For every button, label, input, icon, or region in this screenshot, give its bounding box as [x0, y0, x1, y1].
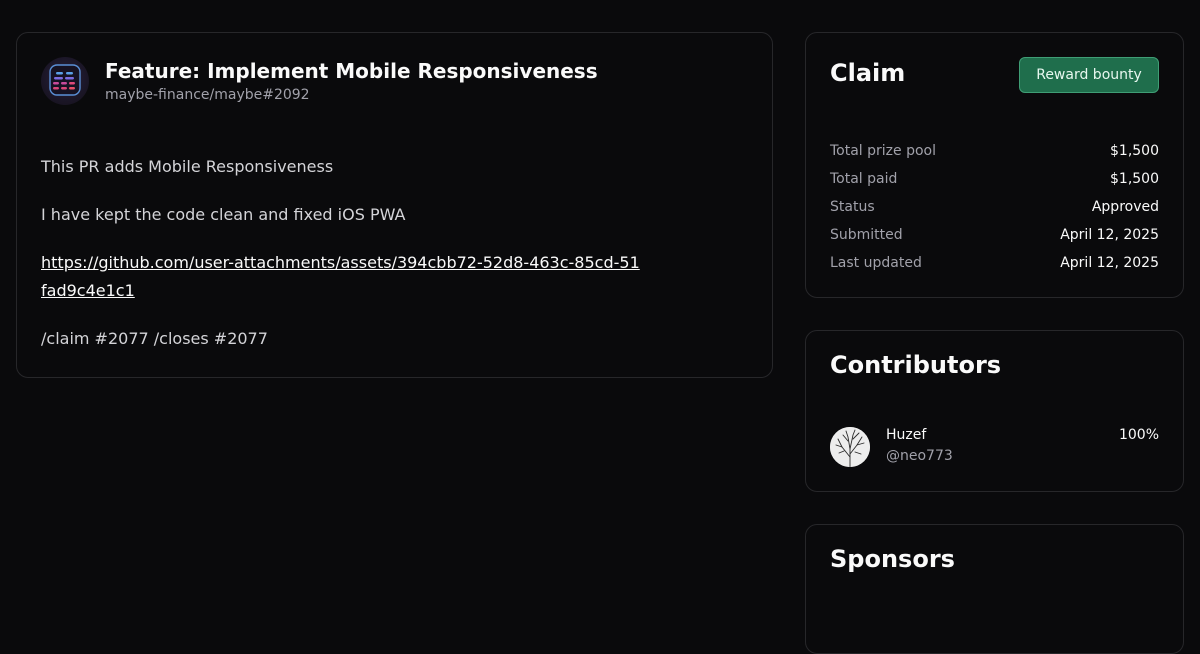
contributors-title: Contributors: [830, 351, 1002, 379]
contributors-card: Contributors Huzef @neo773 100%: [805, 330, 1184, 492]
stat-row: Submitted April 12, 2025: [830, 221, 1159, 249]
sponsors-title: Sponsors: [830, 545, 955, 573]
stat-row: Total prize pool $1,500: [830, 137, 1159, 165]
stat-value: Approved: [1091, 199, 1159, 215]
repo-logo-icon[interactable]: [41, 57, 89, 105]
contributor-share: 100%: [1118, 427, 1159, 443]
stat-label: Status: [830, 199, 875, 215]
stat-label: Total paid: [830, 171, 898, 187]
pr-body-line: This PR adds Mobile Responsiveness: [41, 157, 334, 176]
stat-label: Submitted: [830, 227, 903, 243]
stat-row: Last updated April 12, 2025: [830, 249, 1159, 277]
stat-label: Last updated: [830, 255, 922, 271]
attachment-link[interactable]: https://github.com/user-attachments/asse…: [41, 253, 640, 300]
contributor-handle[interactable]: @neo773: [886, 448, 953, 464]
reward-bounty-button[interactable]: Reward bounty: [1019, 57, 1159, 93]
stat-label: Total prize pool: [830, 143, 936, 159]
stat-row: Status Approved: [830, 193, 1159, 221]
stat-value: April 12, 2025: [1060, 255, 1159, 271]
claim-title: Claim: [830, 59, 906, 87]
avatar[interactable]: [830, 427, 870, 467]
stat-value: April 12, 2025: [1060, 227, 1159, 243]
pr-body-line: /claim #2077 /closes #2077: [41, 329, 268, 348]
pr-title[interactable]: Feature: Implement Mobile Responsiveness: [105, 59, 598, 83]
repo-reference[interactable]: maybe-finance/maybe#2092: [105, 87, 310, 103]
pull-request-card: Feature: Implement Mobile Responsiveness…: [16, 32, 773, 378]
claim-card: Claim Reward bounty Total prize pool $1,…: [805, 32, 1184, 298]
stat-value: $1,500: [1110, 171, 1159, 187]
stat-value: $1,500: [1110, 143, 1159, 159]
pr-body: This PR adds Mobile Responsiveness I hav…: [41, 153, 641, 373]
stat-row: Total paid $1,500: [830, 165, 1159, 193]
pr-body-line: I have kept the code clean and fixed iOS…: [41, 205, 406, 224]
claim-stats: Total prize pool $1,500 Total paid $1,50…: [830, 137, 1159, 277]
contributor-name[interactable]: Huzef: [886, 427, 926, 443]
sponsors-card: Sponsors: [805, 524, 1184, 654]
